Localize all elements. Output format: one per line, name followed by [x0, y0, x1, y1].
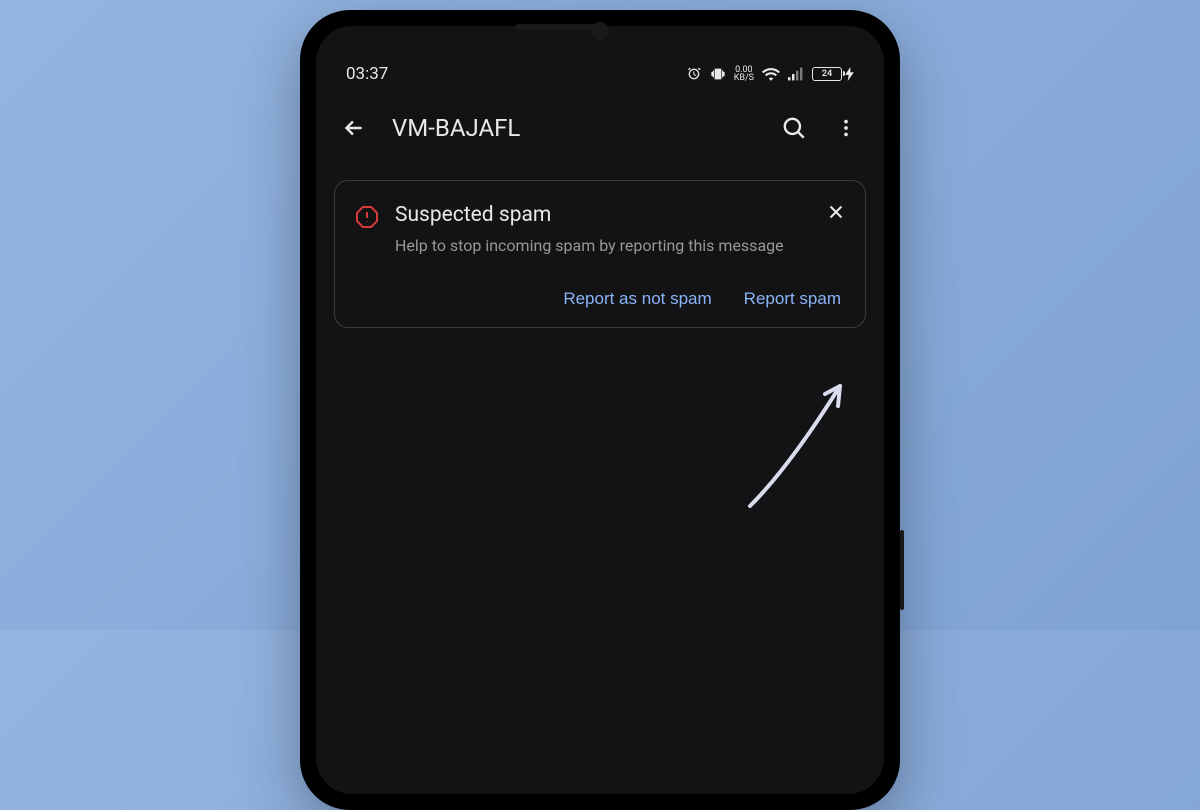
spam-warning-card: Suspected spam Help to stop incoming spa…	[334, 180, 866, 328]
card-header: Suspected spam Help to stop incoming spa…	[355, 203, 845, 257]
card-content: Suspected spam Help to stop incoming spa…	[395, 203, 845, 257]
status-time: 03:37	[346, 64, 388, 84]
dismiss-button[interactable]	[825, 201, 847, 227]
power-button	[900, 530, 904, 610]
close-icon	[825, 201, 847, 223]
spam-card-title: Suspected spam	[395, 203, 845, 227]
report-not-spam-button[interactable]: Report as not spam	[563, 289, 711, 309]
status-icons: 0.00 KB/S 24	[686, 66, 854, 82]
battery-icon: 24	[812, 67, 842, 81]
signal-icon	[788, 67, 804, 81]
more-options-button[interactable]	[832, 114, 860, 142]
charging-icon	[845, 67, 854, 81]
arrow-left-icon	[341, 115, 367, 141]
alarm-icon	[686, 66, 702, 82]
battery-indicator: 24	[812, 67, 854, 81]
app-header: VM-BAJAFL	[316, 96, 884, 160]
vibrate-icon	[710, 66, 726, 82]
more-vertical-icon	[835, 117, 857, 139]
search-button[interactable]	[780, 114, 808, 142]
wifi-icon	[762, 67, 780, 81]
conversation-title[interactable]: VM-BAJAFL	[392, 114, 756, 142]
data-rate-indicator: 0.00 KB/S	[734, 66, 754, 82]
search-icon	[781, 115, 807, 141]
spam-card-subtitle: Help to stop incoming spam by reporting …	[395, 235, 845, 257]
warning-icon	[355, 205, 379, 233]
report-spam-button[interactable]: Report spam	[744, 289, 841, 309]
phone-frame: 03:37 0.00 KB/S	[300, 10, 900, 810]
phone-speaker	[515, 24, 595, 30]
phone-screen: 03:37 0.00 KB/S	[316, 26, 884, 794]
back-button[interactable]	[340, 114, 368, 142]
card-actions: Report as not spam Report spam	[355, 289, 845, 309]
